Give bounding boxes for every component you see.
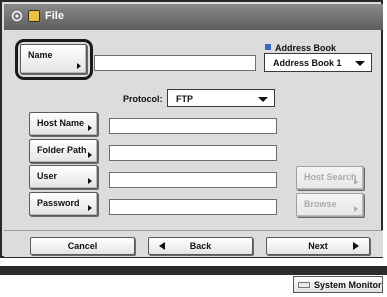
protocol-label: Protocol: (123, 94, 163, 104)
name-field[interactable] (94, 55, 256, 71)
chevron-right-icon (88, 205, 92, 211)
address-book-label: Address Book (265, 43, 336, 53)
address-book-dropdown[interactable]: Address Book 1 (264, 53, 372, 72)
protocol-dropdown[interactable]: FTP (167, 89, 275, 107)
monitor-indicator-icon (298, 282, 310, 288)
chevron-right-icon (88, 125, 92, 131)
protocol-value: FTP (176, 94, 193, 104)
browse-label: Browse (304, 199, 337, 209)
name-button[interactable]: Name (20, 44, 87, 74)
indicator-square-icon (265, 44, 271, 50)
file-settings-panel: File Name Address Book Address Book 1 Pr… (0, 0, 383, 258)
next-button[interactable]: Next (266, 237, 370, 255)
user-field[interactable] (109, 172, 277, 188)
chevron-right-icon (77, 63, 81, 69)
status-bar-band (0, 266, 387, 275)
folder-path-field[interactable] (109, 145, 277, 161)
host-name-field[interactable] (109, 118, 277, 134)
browse-button[interactable]: Browse (296, 193, 364, 217)
folder-path-label: Folder Path (37, 145, 87, 155)
host-name-label: Host Name (37, 118, 85, 128)
password-field[interactable] (109, 199, 277, 215)
file-folder-icon (28, 10, 40, 22)
chevron-right-icon (88, 152, 92, 158)
back-button[interactable]: Back (148, 237, 253, 255)
chevron-right-icon (354, 206, 358, 212)
chevron-right-icon (88, 178, 92, 184)
address-book-value: Address Book 1 (273, 58, 342, 68)
bottom-nav-bar: Cancel Back Next (4, 230, 383, 257)
chevron-down-icon (258, 97, 268, 102)
name-button-label: Name (28, 50, 53, 60)
host-search-button[interactable]: Host Search (296, 166, 364, 190)
function-mode-icon (11, 10, 23, 22)
system-monitor-button[interactable]: System Monitor (293, 276, 383, 293)
folder-path-button[interactable]: Folder Path (29, 139, 98, 163)
password-label: Password (37, 198, 80, 208)
chevron-down-icon (355, 61, 365, 66)
arrow-right-icon (353, 242, 359, 250)
chevron-right-icon (354, 179, 358, 185)
password-button[interactable]: Password (29, 192, 98, 216)
system-monitor-label: System Monitor (314, 280, 382, 290)
user-label: User (37, 171, 58, 181)
user-button[interactable]: User (29, 165, 98, 189)
host-search-label: Host Search (304, 172, 357, 182)
cancel-button[interactable]: Cancel (30, 237, 135, 255)
host-name-button[interactable]: Host Name (29, 112, 98, 136)
window-title: File (45, 10, 64, 22)
title-bar: File (4, 4, 383, 30)
